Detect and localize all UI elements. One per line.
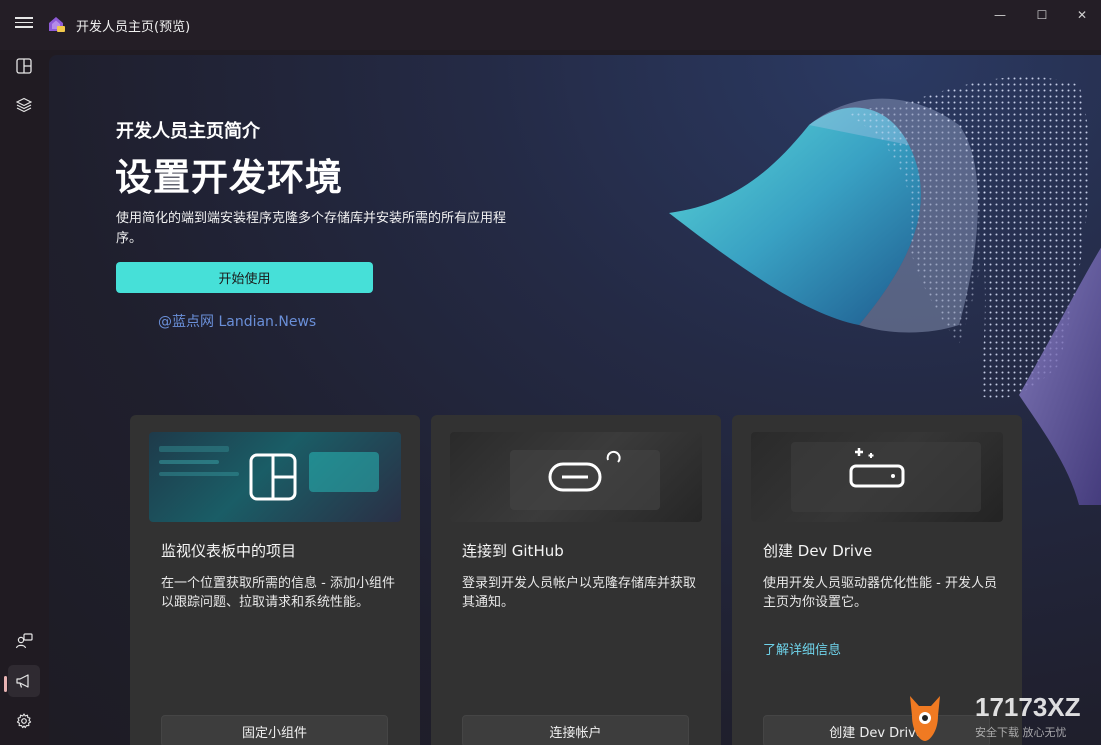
title-bar: 开发人员主页(预览) — ☐ ✕: [0, 0, 1101, 50]
window-title: 开发人员主页(预览): [76, 20, 191, 35]
card-thumbnail: [450, 432, 702, 522]
card-description: 登录到开发人员帐户以克隆存储库并获取其通知。: [462, 576, 697, 610]
card-thumbnail: [751, 432, 1003, 522]
minimize-button[interactable]: —: [985, 5, 1015, 25]
megaphone-icon: [16, 674, 29, 688]
hero-description: 使用简化的端到端安装程序克隆多个存储库并安装所需的所有应用程序。: [116, 211, 507, 246]
card-description: 在一个位置获取所需的信息 - 添加小组件以跟踪问题、拉取请求和系统性能。: [161, 576, 395, 610]
watermark-tagline: 安全下载 放心无忧: [975, 725, 1067, 739]
hero-title: 设置开发环境: [115, 156, 343, 199]
dashboard-icon: [16, 58, 32, 74]
learn-more-link[interactable]: 了解详细信息: [763, 639, 841, 658]
pin-widgets-button[interactable]: 固定小组件: [161, 715, 388, 745]
nav-feedback[interactable]: [8, 625, 40, 657]
watermark-text: @蓝点网 Landian.News: [158, 314, 317, 330]
card-description: 使用开发人员驱动器优化性能 - 开发人员主页为你设置它。: [763, 576, 997, 610]
nav-dashboard[interactable]: [8, 50, 40, 82]
nav-active-indicator: [4, 676, 7, 692]
nav-machine-config[interactable]: [8, 89, 40, 121]
card-title: 监视仪表板中的项目: [161, 542, 297, 560]
nav-whats-new[interactable]: [8, 665, 40, 697]
maximize-button[interactable]: ☐: [1027, 5, 1057, 25]
hamburger-icon[interactable]: [14, 14, 34, 34]
watermark-brand: 17173XZ: [975, 692, 1081, 722]
card-thumbnail: [149, 432, 401, 522]
layers-icon: [16, 97, 32, 113]
close-button[interactable]: ✕: [1067, 5, 1097, 25]
card-github: 连接到 GitHub 登录到开发人员帐户以克隆存储库并获取其通知。 连接帐户: [431, 415, 721, 745]
connect-account-button[interactable]: 连接帐户: [462, 715, 689, 745]
hero-subtitle: 开发人员主页简介: [116, 121, 260, 142]
nav-settings[interactable]: [8, 705, 40, 737]
site-watermark-logo: 17173XZ 安全下载 放心无忧: [910, 692, 1081, 741]
app-logo-icon: [49, 17, 65, 32]
main-content: 开发人员主页简介 设置开发环境 使用简化的端到端安装程序克隆多个存储库并安装所需…: [49, 55, 1101, 745]
card-dashboard: 监视仪表板中的项目 在一个位置获取所需的信息 - 添加小组件以跟踪问题、拉取请求…: [130, 415, 420, 745]
card-title: 创建 Dev Drive: [763, 542, 873, 560]
get-started-button[interactable]: 开始使用: [116, 262, 373, 293]
gear-icon: [16, 713, 32, 729]
card-title: 连接到 GitHub: [462, 542, 564, 560]
person-feedback-icon: [15, 633, 33, 649]
